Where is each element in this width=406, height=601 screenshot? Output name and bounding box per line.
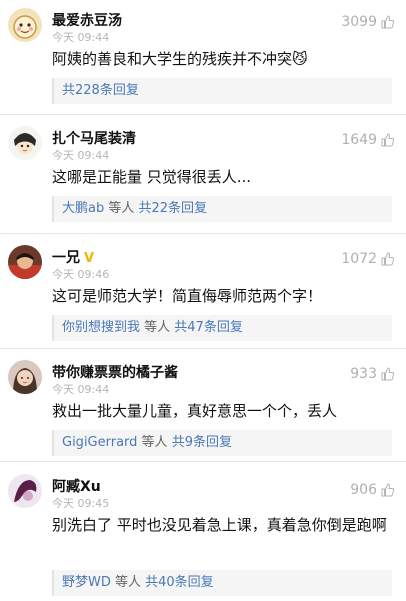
reply-count-link[interactable]: 共228条回复 xyxy=(62,83,139,98)
divider xyxy=(0,348,406,349)
reply-count-link[interactable]: 共9条回复 xyxy=(172,435,232,450)
like-button[interactable]: 1649 xyxy=(341,132,394,148)
username[interactable]: 带你赚票票的橘子酱 xyxy=(52,362,178,382)
thumbs-up-icon xyxy=(381,15,394,29)
divider xyxy=(0,114,406,115)
avatar[interactable] xyxy=(8,126,42,160)
like-button[interactable]: 906 xyxy=(350,482,394,498)
like-count: 906 xyxy=(350,482,377,498)
reply-summary[interactable]: 共228条回复 xyxy=(52,78,392,104)
comment-item: 阿臧Xu 今天 09:45 906 别洗白了 平时也没见着急上课，真着急你倒是跑… xyxy=(0,466,406,601)
like-button[interactable]: 933 xyxy=(350,366,394,382)
comment-text: 救出一批大量儿童，真好意思一个个，丢人 xyxy=(52,402,338,420)
timestamp: 今天 09:44 xyxy=(52,383,110,396)
like-button[interactable]: 1072 xyxy=(341,251,394,267)
verified-badge: V xyxy=(84,251,95,266)
reply-username-link[interactable]: GigiGerrard xyxy=(62,435,137,450)
comment-item: 最爱赤豆汤 今天 09:44 3099 阿姨的善良和大学生的残疾并不冲突😼 共2… xyxy=(0,0,406,110)
timestamp: 今天 09:44 xyxy=(52,149,110,162)
reply-summary[interactable]: 野梦WD 等人 共40条回复 xyxy=(52,570,392,596)
like-button[interactable]: 3099 xyxy=(341,14,394,30)
like-count: 1649 xyxy=(341,132,377,148)
reply-connector: 等人 xyxy=(140,320,175,335)
divider xyxy=(0,461,406,462)
comment-item: 一兄 V 今天 09:46 1072 这可是师范大学！简直侮辱师范两个字！ 你别想… xyxy=(0,237,406,347)
like-count: 1072 xyxy=(341,251,377,267)
reply-connector: 等人 xyxy=(137,435,172,450)
reply-username-link[interactable]: 大鹏ab xyxy=(62,201,104,216)
comment-item: 扎个马尾装清 今天 09:44 1649 这哪是正能量 只觉得很丢人... 大鹏… xyxy=(0,118,406,228)
timestamp: 今天 09:44 xyxy=(52,31,110,44)
reply-summary[interactable]: 大鹏ab 等人 共22条回复 xyxy=(52,196,392,222)
reply-summary[interactable]: GigiGerrard 等人 共9条回复 xyxy=(52,430,392,456)
timestamp: 今天 09:45 xyxy=(52,497,110,510)
like-count: 3099 xyxy=(341,14,377,30)
username[interactable]: 一兄 V xyxy=(52,247,94,267)
reply-username-link[interactable]: 野梦WD xyxy=(62,575,111,590)
avatar[interactable] xyxy=(8,245,42,279)
comment-list: 最爱赤豆汤 今天 09:44 3099 阿姨的善良和大学生的残疾并不冲突😼 共2… xyxy=(0,0,406,601)
avatar[interactable] xyxy=(8,474,42,508)
username-text: 一兄 xyxy=(52,250,80,266)
comment-text: 这可是师范大学！简直侮辱师范两个字！ xyxy=(52,287,323,305)
reply-count-link[interactable]: 共22条回复 xyxy=(138,201,207,216)
reply-connector: 等人 xyxy=(104,201,139,216)
avatar[interactable] xyxy=(8,360,42,394)
username[interactable]: 扎个马尾装清 xyxy=(52,128,136,148)
reply-count-link[interactable]: 共47条回复 xyxy=(174,320,243,335)
comment-text: 这哪是正能量 只觉得很丢人... xyxy=(52,168,252,186)
timestamp: 今天 09:46 xyxy=(52,268,110,281)
reply-connector: 等人 xyxy=(110,575,146,590)
thumbs-up-icon xyxy=(381,367,394,381)
username[interactable]: 阿臧Xu xyxy=(52,476,101,496)
reply-count-link[interactable]: 共40条回复 xyxy=(145,575,214,590)
comment-text: 别洗白了 平时也没见着急上课，真着急你倒是跑啊 xyxy=(52,516,387,534)
divider xyxy=(0,233,406,234)
comment-text: 阿姨的善良和大学生的残疾并不冲突😼 xyxy=(52,50,308,68)
thumbs-up-icon xyxy=(381,252,394,266)
reply-summary[interactable]: 你别想搜到我 等人 共47条回复 xyxy=(52,315,392,341)
thumbs-up-icon xyxy=(381,133,394,147)
avatar[interactable] xyxy=(8,8,42,42)
comment-item: 带你赚票票的橘子酱 今天 09:44 933 救出一批大量儿童，真好意思一个个，… xyxy=(0,352,406,457)
username[interactable]: 最爱赤豆汤 xyxy=(52,10,122,30)
like-count: 933 xyxy=(350,366,377,382)
reply-username-link[interactable]: 你别想搜到我 xyxy=(62,320,140,335)
thumbs-up-icon xyxy=(381,483,394,497)
